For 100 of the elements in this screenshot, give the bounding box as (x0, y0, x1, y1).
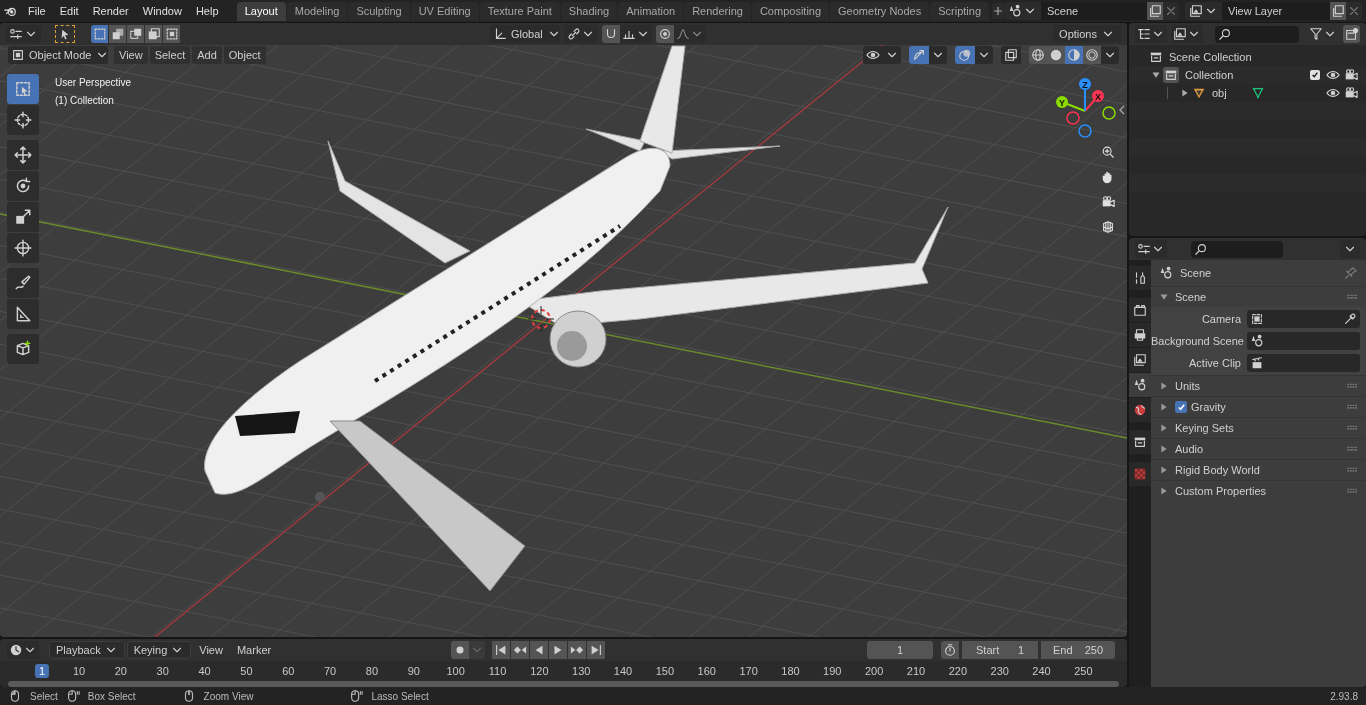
workspace-tab[interactable]: Compositing (751, 1, 830, 21)
menu-item[interactable]: Window (135, 1, 189, 21)
scene-field[interactable] (1247, 332, 1360, 350)
measure-tool-button[interactable] (7, 299, 39, 329)
play-button[interactable] (549, 641, 567, 659)
material-shading-button[interactable] (1065, 46, 1083, 64)
tool-properties-tab[interactable] (1129, 266, 1151, 290)
snap-target-dropdown[interactable] (620, 25, 652, 43)
toggle-dropdown[interactable] (975, 46, 993, 64)
toggle-dropdown[interactable] (929, 46, 947, 64)
clip-field[interactable] (1247, 354, 1360, 372)
timeline-menu[interactable]: Keying (126, 641, 192, 659)
add-workspace-icon[interactable] (992, 3, 1004, 19)
editor-type-button[interactable] (6, 25, 41, 43)
menu-item[interactable]: Render (85, 1, 136, 21)
workspace-tab[interactable]: Shading (560, 1, 618, 21)
select-mode-button[interactable] (145, 25, 162, 43)
viewport-menu[interactable]: Select (149, 46, 191, 64)
workspace-tab[interactable]: Animation (618, 1, 684, 21)
panel-header[interactable]: Custom Properties (1151, 480, 1366, 501)
timeline-menu[interactable]: View (193, 641, 229, 659)
start-frame-field[interactable]: Start 1 (962, 641, 1038, 659)
collection-properties-tab[interactable] (1129, 430, 1151, 454)
3d-viewport[interactable]: Global Options Object Mode View Select Add Object User Perspective (1) Collection X Y Z (0, 23, 1127, 637)
workspace-tab[interactable]: Geometry Nodes (830, 1, 930, 21)
rotate-tool-button[interactable] (7, 171, 39, 201)
editor-type-button[interactable] (7, 641, 39, 659)
world-properties-tab[interactable] (1129, 398, 1151, 422)
editor-type-button[interactable] (1135, 25, 1167, 43)
mode-dropdown[interactable]: Object Mode (8, 46, 108, 64)
pivot-dropdown[interactable] (564, 25, 598, 43)
add-cube-tool-button[interactable] (7, 334, 39, 364)
timeline-menu[interactable]: Playback (49, 641, 125, 659)
properties-search-field[interactable] (1191, 240, 1283, 258)
select-tool-button[interactable] (7, 74, 39, 104)
orientation-dropdown[interactable]: Global (490, 25, 560, 43)
exclude-checkbox[interactable] (1310, 70, 1320, 80)
current-frame-field[interactable]: 1 (867, 641, 933, 659)
options-dropdown[interactable]: Options (1053, 25, 1121, 43)
outliner-search-field[interactable] (1215, 25, 1300, 43)
workspace-tab[interactable]: Scripting (930, 1, 989, 21)
viewport-menu[interactable]: Object (223, 46, 266, 64)
jump-end-button[interactable] (587, 641, 605, 659)
editor-type-button[interactable] (1135, 240, 1167, 258)
play-reverse-button[interactable] (530, 641, 548, 659)
proportional-edit-toggle[interactable] (656, 25, 674, 43)
timeline-scrollbar[interactable] (8, 681, 1119, 687)
view-layer-name-field[interactable]: View Layer (1222, 2, 1330, 20)
panel-header[interactable]: Keying Sets (1151, 417, 1366, 438)
menu-item[interactable]: Help (188, 1, 226, 21)
viewport-menu[interactable]: Add (192, 46, 222, 64)
timeline-menu[interactable]: Marker (230, 641, 278, 659)
wireframe-shading-button[interactable] (1029, 46, 1047, 64)
toggle-dropdown[interactable] (883, 46, 901, 64)
workspace-tab[interactable]: UV Editing (410, 1, 479, 21)
scene-selector[interactable]: Scene (1004, 2, 1179, 20)
display-mode-dropdown[interactable] (1171, 25, 1203, 43)
select-mode-button[interactable] (109, 25, 126, 43)
render-properties-tab[interactable] (1129, 298, 1151, 322)
preview-range-toggle[interactable] (941, 641, 959, 659)
snap-toggle[interactable] (602, 25, 620, 43)
view-layer-selector[interactable]: View Layer (1185, 2, 1362, 20)
select-mode-button[interactable] (127, 25, 144, 43)
texture-properties-tab[interactable] (1129, 462, 1151, 486)
xray-toggle[interactable] (1001, 46, 1021, 64)
cursor-tool-button[interactable] (7, 105, 39, 135)
scale-tool-button[interactable] (7, 202, 39, 232)
select-mode-button[interactable] (163, 25, 180, 43)
view-layer-properties-tab[interactable] (1129, 348, 1151, 372)
gravity-checkbox[interactable] (1175, 401, 1187, 413)
select-mode-button[interactable] (91, 25, 108, 43)
workspace-tab[interactable]: Layout (236, 1, 286, 21)
active-tool-button[interactable] (55, 25, 75, 43)
workspace-tab[interactable]: Sculpting (348, 1, 410, 21)
menu-item[interactable]: File (20, 1, 53, 21)
visibility-toggle[interactable] (863, 46, 883, 64)
end-frame-field[interactable]: End 250 (1041, 641, 1115, 659)
next-keyframe-button[interactable] (568, 641, 586, 659)
scene-name-field[interactable]: Scene (1041, 2, 1147, 20)
shading-dropdown[interactable] (1101, 46, 1119, 64)
workspace-tab[interactable]: Modeling (286, 1, 348, 21)
panel-header[interactable]: Rigid Body World (1151, 459, 1366, 480)
transform-tool-button[interactable] (7, 233, 39, 263)
panel-header[interactable]: Units (1151, 375, 1366, 396)
solid-shading-button[interactable] (1047, 46, 1065, 64)
overlay-toggle[interactable] (955, 46, 975, 64)
falloff-dropdown[interactable] (674, 25, 706, 43)
move-tool-button[interactable] (7, 140, 39, 170)
panel-header[interactable]: Gravity (1151, 396, 1366, 417)
menu-item[interactable]: Edit (52, 1, 86, 21)
output-properties-tab[interactable] (1129, 323, 1151, 347)
workspace-tab[interactable]: Texture Paint (479, 1, 560, 21)
scene-properties-tab[interactable] (1129, 373, 1151, 397)
previous-keyframe-button[interactable] (511, 641, 529, 659)
jump-start-button[interactable] (492, 641, 510, 659)
camera-field[interactable] (1247, 310, 1360, 328)
auto-keying-toggle[interactable] (451, 641, 469, 659)
panel-header[interactable]: Audio (1151, 438, 1366, 459)
gizmo-toggle[interactable] (909, 46, 929, 64)
annotate-tool-button[interactable] (7, 268, 39, 298)
